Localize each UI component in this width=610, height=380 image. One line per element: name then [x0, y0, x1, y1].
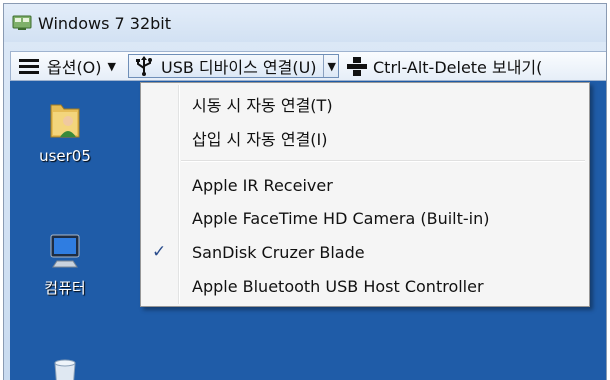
keyboard-keys-icon — [347, 57, 367, 76]
desktop-icon-recycle-bin[interactable] — [25, 359, 105, 380]
computer-icon — [50, 234, 80, 268]
menu-item-label: 삽입 시 자동 연결(I) — [192, 130, 328, 149]
recycle-bin-icon — [54, 359, 76, 380]
desktop-icon-computer[interactable]: 컴퓨터 — [25, 231, 105, 298]
window-title: Windows 7 32bit — [38, 13, 172, 33]
user-folder-icon — [50, 104, 80, 138]
options-menu-button[interactable]: 옵션(O) ▼ — [11, 52, 120, 80]
desktop-icon-user-folder[interactable]: user05 — [25, 99, 105, 165]
menu-separator — [181, 160, 585, 162]
menu-item-label: 시동 시 자동 연결(T) — [192, 96, 333, 115]
menu-item-auto-connect-on-startup[interactable]: 시동 시 자동 연결(T) — [141, 88, 589, 120]
title-bar[interactable]: Windows 7 32bit — [4, 4, 606, 42]
chevron-down-icon[interactable]: ▼ — [322, 55, 336, 77]
menu-item-sandisk-cruzer-blade[interactable]: ✓ SanDisk Cruzer Blade — [141, 236, 589, 268]
chevron-down-icon: ▼ — [107, 59, 116, 73]
menu-item-auto-connect-on-insert[interactable]: 삽입 시 자동 연결(I) — [141, 122, 589, 154]
menu-item-label: SanDisk Cruzer Blade — [192, 242, 365, 262]
usb-icon — [136, 56, 152, 76]
menu-item-label: Apple Bluetooth USB Host Controller — [192, 276, 484, 296]
ctrl-alt-delete-button[interactable]: Ctrl-Alt-Delete 보내기( — [343, 52, 546, 80]
menu-item-apple-bluetooth-controller[interactable]: Apple Bluetooth USB Host Controller — [141, 270, 589, 302]
desktop-icon-label: 컴퓨터 — [44, 279, 86, 297]
options-menu-label: 옵션(O) — [47, 58, 102, 77]
vm-toolbar: 옵션(O) ▼ USB 디바이스 연결(U) ▼ Ctrl-Alt-Delete… — [10, 51, 606, 81]
usb-device-connect-button[interactable]: USB 디바이스 연결(U) ▼ — [128, 54, 339, 78]
menu-item-label: Apple IR Receiver — [192, 175, 333, 195]
menu-item-apple-ir-receiver[interactable]: Apple IR Receiver — [141, 169, 589, 201]
desktop-icon-label: user05 — [39, 147, 91, 165]
ctrl-alt-delete-label: Ctrl-Alt-Delete 보내기( — [373, 58, 543, 77]
hamburger-menu-icon — [19, 59, 39, 74]
usb-device-dropdown-menu: 시동 시 자동 연결(T) 삽입 시 자동 연결(I) Apple IR Rec… — [140, 82, 590, 307]
checkmark-icon: ✓ — [152, 242, 167, 262]
vm-window-icon — [12, 15, 32, 30]
menu-item-label: Apple FaceTime HD Camera (Built-in) — [192, 208, 490, 228]
menu-item-apple-facetime-camera[interactable]: Apple FaceTime HD Camera (Built-in) — [141, 202, 589, 234]
usb-device-connect-label: USB 디바이스 연결(U) — [161, 58, 317, 77]
